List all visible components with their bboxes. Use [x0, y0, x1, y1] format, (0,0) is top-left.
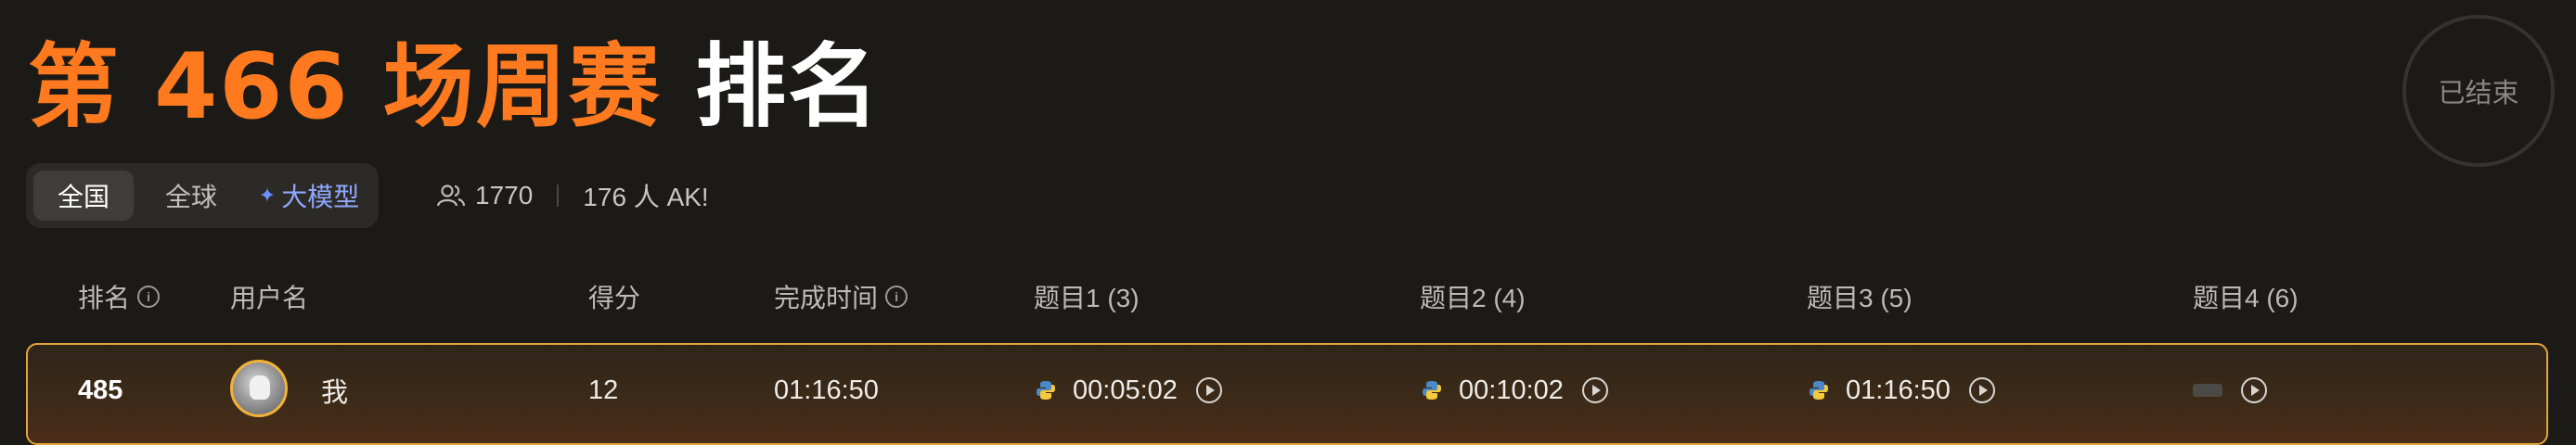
ak-count: 176 人 AK! [583, 183, 709, 211]
play-icon[interactable] [2241, 377, 2267, 403]
column-header-username-label: 用户名 [230, 284, 309, 312]
python-icon [1037, 381, 1055, 400]
my-rank: 485 [78, 375, 123, 405]
column-header-score: 得分 [588, 278, 640, 315]
column-header-finish-time: 完成时间 i [774, 278, 908, 315]
column-header-rank: 排名 i [78, 278, 161, 315]
region-tabs: 全国 全球 ✦ 大模型 [26, 163, 379, 228]
column-header-q3: 题目3 (5) [1807, 278, 1913, 315]
q3-result: 01:16:50 [1809, 375, 1995, 406]
python-icon [1423, 381, 1441, 400]
tab-global-label: 全球 [164, 183, 217, 211]
sparkle-icon: ✦ [258, 184, 277, 207]
users-icon [436, 184, 466, 207]
play-icon[interactable] [1968, 377, 1995, 403]
my-score: 12 [588, 375, 619, 405]
column-header-score-label: 得分 [588, 284, 641, 312]
info-icon[interactable]: i [137, 286, 161, 308]
contest-stats: 1770 176 人 AK! [436, 176, 709, 215]
column-header-finish-time-label: 完成时间 [774, 284, 879, 312]
page-title-suffix: 排名 [694, 34, 881, 140]
column-header-q3-label: 题目3 (5) [1807, 284, 1913, 312]
tab-national[interactable]: 全国 [33, 171, 134, 221]
q1-result: 00:05:02 [1036, 375, 1222, 406]
tab-national-label: 全国 [57, 183, 109, 211]
play-icon[interactable] [1195, 377, 1222, 403]
my-finish-time: 01:16:50 [774, 375, 879, 405]
column-header-q4: 题目4 (6) [2193, 278, 2299, 315]
column-header-q4-label: 题目4 (6) [2193, 284, 2299, 312]
avatar[interactable] [230, 360, 288, 417]
python-icon [1810, 381, 1828, 400]
unsolved-placeholder [2193, 384, 2222, 397]
column-header-username: 用户名 [230, 278, 308, 315]
my-ranking-row[interactable] [26, 343, 2548, 445]
column-header-q1: 题目1 (3) [1034, 278, 1140, 315]
participant-count: 1770 [475, 181, 534, 210]
tab-global[interactable]: 全球 [145, 171, 238, 221]
tab-llm[interactable]: ✦ 大模型 [249, 171, 369, 221]
column-header-rank-label: 排名 [78, 284, 131, 312]
my-username[interactable]: 我 [321, 375, 348, 408]
contest-name: 第 466 场周赛 [28, 34, 662, 140]
column-header-q1-label: 题目1 (3) [1034, 284, 1140, 312]
contest-status-badge: 已结束 [2402, 15, 2555, 167]
q2-result: 00:10:02 [1422, 375, 1608, 406]
page-title: 第 466 场周赛 排名 [28, 13, 881, 145]
q1-time: 00:05:02 [1073, 375, 1178, 405]
stats-divider [557, 184, 560, 207]
q3-time: 01:16:50 [1846, 375, 1951, 405]
tab-llm-label: 大模型 [281, 183, 360, 211]
info-icon[interactable]: i [885, 286, 908, 308]
q2-time: 00:10:02 [1459, 375, 1564, 405]
play-icon[interactable] [1581, 377, 1608, 403]
column-header-q2-label: 题目2 (4) [1420, 284, 1526, 312]
column-header-q2: 题目2 (4) [1420, 278, 1526, 315]
q4-result [2193, 375, 2267, 406]
